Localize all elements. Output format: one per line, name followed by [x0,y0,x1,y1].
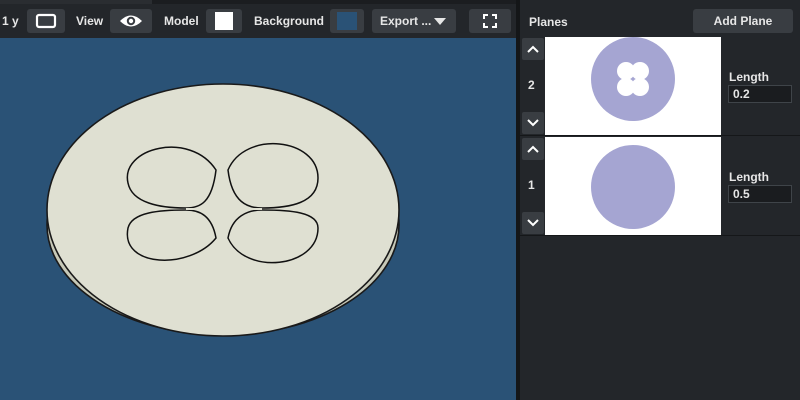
chevron-up-icon [527,145,539,153]
eye-icon [120,15,142,27]
planes-header: Planes Add Plane [520,4,800,38]
app-root: 1 y View Model Background Export ... Pla… [0,0,800,400]
plane-thumbnail[interactable] [545,37,721,135]
background-color-button[interactable] [330,9,364,33]
planes-panel: Planes Add Plane 2 Length 0.2 1 Length 0… [520,0,800,400]
circle-with-clover-hole-icon [591,37,675,121]
plane-thumbnail[interactable] [545,137,721,235]
export-dropdown-button[interactable]: Export ... [372,9,456,33]
caret-down-icon [434,18,446,25]
move-up-button[interactable] [522,38,544,60]
length-input[interactable] [728,185,792,203]
move-down-button[interactable] [522,212,544,234]
model-label: Model [164,14,199,28]
plane-number: 2 [528,78,535,92]
viewport-toolbar: 1 y View Model Background Export ... [0,4,516,38]
chevron-down-icon [527,119,539,127]
background-label: Background [254,14,325,28]
add-plane-button[interactable]: Add Plane [693,9,793,33]
view-label: View [76,14,104,28]
chevron-down-icon [527,219,539,227]
plane-row: 2 Length [520,36,800,136]
truncated-label: 1 y [2,14,19,28]
active-tab-strip [0,0,152,4]
frame-icon [35,13,57,29]
move-down-button[interactable] [522,112,544,134]
length-label: Length [729,70,769,84]
frame-view-button[interactable] [27,9,65,33]
plane-row: 1 Length [520,136,800,236]
model-color-swatch [215,12,233,30]
length-input[interactable] [728,85,792,103]
length-label: Length [729,170,769,184]
planes-title: Planes [529,15,568,29]
fullscreen-icon [483,14,497,28]
export-label: Export ... [380,14,432,28]
fullscreen-button[interactable] [469,9,511,33]
plane-number: 1 [528,178,535,192]
background-color-swatch [337,12,357,30]
model-color-button[interactable] [206,9,242,33]
disc-model [46,83,400,337]
view-toggle-button[interactable] [110,9,152,33]
chevron-up-icon [527,45,539,53]
3d-viewport[interactable]: 1 y View Model Background Export ... [0,0,516,400]
solid-circle-icon [591,145,675,229]
move-up-button[interactable] [522,138,544,160]
